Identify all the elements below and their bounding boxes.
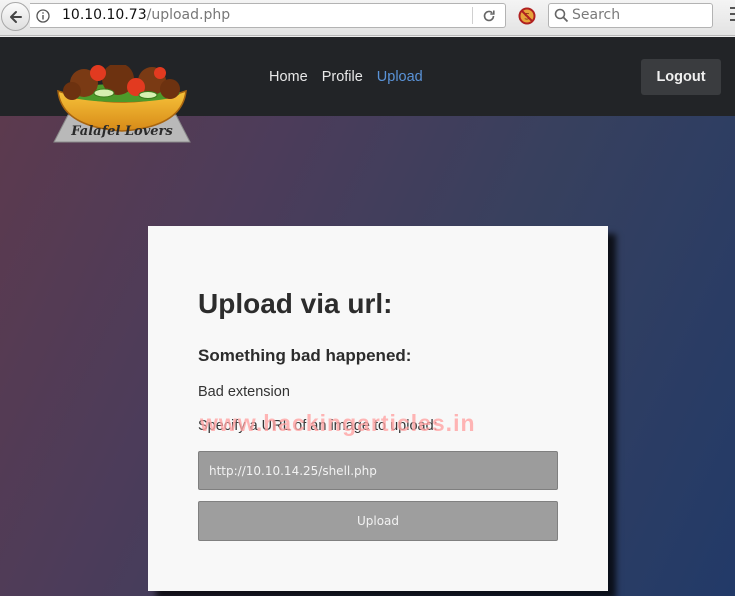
- url-prompt: Specify a URL of an image to upload:: [198, 418, 438, 434]
- nav-home[interactable]: Home: [269, 69, 308, 85]
- search-bar[interactable]: Search: [548, 3, 713, 28]
- search-placeholder: Search: [572, 7, 621, 23]
- nav-upload[interactable]: Upload: [377, 69, 423, 85]
- reload-icon[interactable]: [481, 8, 497, 24]
- url-host: 10.10.10.73: [62, 7, 147, 23]
- search-icon: [554, 8, 569, 23]
- logo-text: Falafel Lovers: [70, 124, 173, 139]
- upload-card: Upload via url: Something bad happened: …: [148, 226, 608, 591]
- url-path: /upload.php: [146, 7, 231, 23]
- url-text[interactable]: 10.10.10.73/upload.php: [62, 7, 230, 23]
- menu-icon[interactable]: [730, 5, 735, 23]
- noscript-icon[interactable]: S: [518, 7, 536, 25]
- error-message: Bad extension: [198, 384, 290, 400]
- logout-button[interactable]: Logout: [641, 59, 721, 95]
- back-button[interactable]: [1, 2, 30, 31]
- url-separator: [472, 7, 473, 24]
- error-heading: Something bad happened:: [198, 346, 412, 365]
- url-input[interactable]: [198, 451, 558, 490]
- main-nav: Home Profile Upload: [269, 69, 437, 85]
- browser-toolbar: 10.10.10.73/upload.php S Search: [0, 0, 735, 36]
- address-bar[interactable]: 10.10.10.73/upload.php: [30, 3, 506, 28]
- info-icon[interactable]: [36, 9, 50, 23]
- nav-profile[interactable]: Profile: [322, 69, 363, 85]
- falafel-lovers-logo[interactable]: Falafel Lovers: [52, 65, 192, 145]
- page-title: Upload via url:: [198, 288, 393, 319]
- upload-button[interactable]: Upload: [198, 501, 558, 541]
- back-arrow-icon: [9, 10, 22, 23]
